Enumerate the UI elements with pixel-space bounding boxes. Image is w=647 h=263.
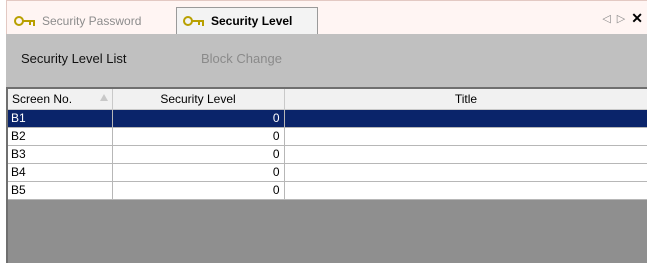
table-row[interactable]: B5 0	[8, 181, 647, 200]
table-row[interactable]: B4 0	[8, 163, 647, 182]
block-change-button[interactable]: Block Change	[201, 51, 282, 66]
scroll-left-icon[interactable]: ◁	[602, 12, 610, 25]
security-level-list-button[interactable]: Security Level List	[21, 51, 127, 66]
screen-no-cell[interactable]: B3	[8, 145, 113, 164]
key-icon	[14, 15, 36, 27]
title-cell[interactable]	[284, 145, 647, 164]
title-cell[interactable]	[284, 163, 647, 182]
tab-navigation: ◁ ▷ ✕	[602, 10, 643, 27]
tab-strip: Security Password Security Level ◁ ▷ ✕	[0, 0, 647, 34]
column-header-title[interactable]: Title	[284, 89, 647, 110]
tab-label: Security Level	[211, 14, 293, 28]
screen-no-cell[interactable]: B1	[8, 109, 113, 128]
security-level-cell[interactable]: 0	[112, 163, 285, 182]
column-header-security-level[interactable]: Security Level	[112, 89, 285, 110]
security-level-table: Screen No. Security Level Title B1 0 B2 …	[8, 89, 647, 200]
key-icon	[183, 15, 205, 27]
scroll-right-icon[interactable]: ▷	[617, 12, 625, 25]
sort-ascending-icon	[99, 94, 108, 101]
security-level-grid: Screen No. Security Level Title B1 0 B2 …	[6, 87, 647, 263]
title-cell[interactable]	[284, 127, 647, 146]
table-row[interactable]: B3 0	[8, 145, 647, 164]
tab-security-password[interactable]: Security Password	[8, 7, 174, 34]
tab-security-level[interactable]: Security Level	[176, 7, 318, 34]
table-row[interactable]: B2 0	[8, 127, 647, 146]
security-level-cell[interactable]: 0	[112, 145, 285, 164]
close-icon[interactable]: ✕	[631, 10, 643, 27]
title-cell[interactable]	[284, 109, 647, 128]
security-level-cell[interactable]: 0	[112, 109, 285, 128]
security-level-cell[interactable]: 0	[112, 181, 285, 200]
table-header-row: Screen No. Security Level Title	[8, 89, 647, 110]
screen-no-cell[interactable]: B4	[8, 163, 113, 182]
column-header-screen-no[interactable]: Screen No.	[8, 89, 113, 110]
screen-no-cell[interactable]: B2	[8, 127, 113, 146]
tab-label: Security Password	[42, 13, 142, 28]
security-level-cell[interactable]: 0	[112, 127, 285, 146]
table-row[interactable]: B1 0	[8, 109, 647, 128]
title-cell[interactable]	[284, 181, 647, 200]
screen-no-cell[interactable]: B5	[8, 181, 113, 200]
toolbar: Security Level List Block Change	[6, 34, 647, 87]
